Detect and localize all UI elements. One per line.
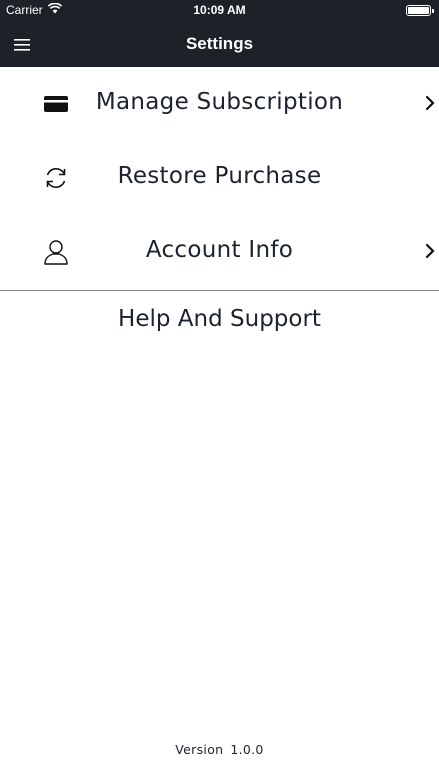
navigation-bar: Settings bbox=[0, 22, 439, 67]
section-divider bbox=[0, 290, 439, 291]
manage-subscription-label: Manage Subscription bbox=[95, 89, 344, 115]
help-and-support-link[interactable]: Help And Support bbox=[0, 306, 439, 340]
battery-icon bbox=[406, 5, 434, 16]
status-time: 10:09 AM bbox=[193, 3, 246, 17]
manage-subscription-row[interactable]: Manage Subscription bbox=[0, 67, 439, 141]
account-info-row[interactable]: Account Info bbox=[0, 215, 439, 289]
status-bar: Carrier 10:09 AM bbox=[0, 0, 439, 22]
chevron-right-icon bbox=[425, 95, 435, 111]
account-info-label: Account Info bbox=[145, 237, 294, 263]
restore-purchase-row[interactable]: Restore Purchase bbox=[0, 141, 439, 215]
restore-purchase-label: Restore Purchase bbox=[117, 163, 322, 189]
version-label: Version bbox=[175, 742, 224, 757]
version-number: 1.0.0 bbox=[230, 742, 264, 757]
page-title: Settings bbox=[185, 34, 254, 53]
version-info: Version 1.0.0 bbox=[0, 742, 439, 757]
chevron-right-icon bbox=[425, 243, 435, 259]
